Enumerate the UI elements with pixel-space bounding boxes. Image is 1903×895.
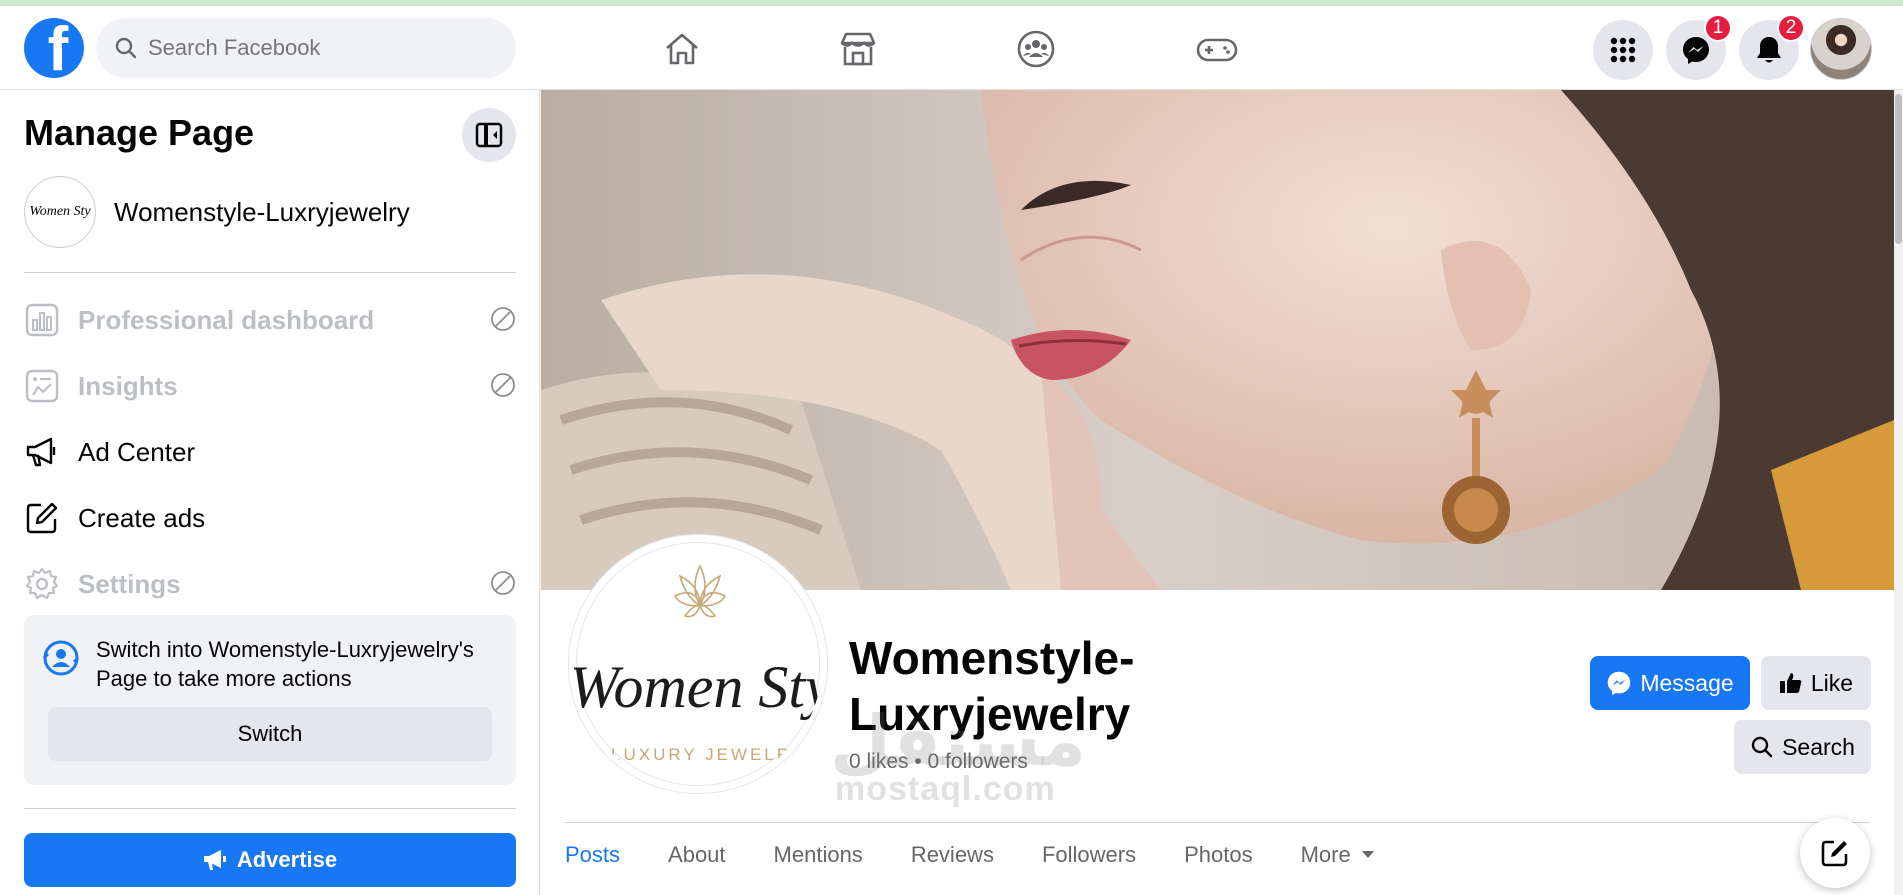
messenger-button[interactable]: 1 [1666, 14, 1732, 80]
restricted-icon [490, 306, 516, 337]
notifications-button[interactable]: 2 [1739, 14, 1805, 80]
collapse-sidebar-button[interactable] [462, 108, 516, 162]
insights-icon [24, 368, 60, 404]
switch-button[interactable]: Switch [48, 707, 492, 761]
gaming-icon[interactable] [1192, 24, 1242, 74]
sidebar-item-label: Create ads [78, 502, 206, 533]
notifications-icon [1757, 37, 1781, 63]
sidebar-item-professional-dashboard[interactable]: Professional dashboard [24, 290, 516, 350]
notifications-badge: 2 [1777, 14, 1805, 42]
message-button[interactable]: Message [1590, 656, 1750, 710]
tab-photos[interactable]: Photos [1184, 842, 1253, 868]
sidebar-item-label: Insights [78, 370, 178, 401]
top-navigation-bar: f 1 2 [0, 6, 1903, 90]
restricted-icon [490, 570, 516, 601]
search-icon [115, 37, 137, 59]
tab-reviews[interactable]: Reviews [911, 842, 994, 868]
logo-script-text: Women Sty [569, 654, 827, 720]
page-avatar: Women Sty [24, 176, 96, 248]
sidebar-item-create-ads[interactable]: Create ads [24, 488, 516, 548]
home-icon[interactable] [657, 24, 707, 74]
messenger-badge: 1 [1704, 14, 1732, 42]
sidebar-item-label: Settings [78, 568, 181, 599]
manage-page-sidebar: Manage Page Women Sty Womenstyle-Luxryje… [0, 90, 540, 895]
tab-about[interactable]: About [668, 842, 726, 868]
page-search-button[interactable]: Search [1734, 720, 1871, 774]
restricted-icon [490, 372, 516, 403]
groups-icon[interactable] [1011, 24, 1061, 74]
tab-more-label: More [1300, 842, 1351, 867]
tabs-divider [565, 822, 1870, 823]
search-bar[interactable] [96, 18, 516, 78]
dashboard-icon [24, 302, 60, 338]
switch-profile-card: Switch into Womenstyle-Luxryjewelry's Pa… [24, 615, 516, 785]
search-icon [1751, 736, 1773, 758]
logo-subtitle: LUXURY JEWELR [611, 745, 793, 764]
search-input[interactable] [148, 35, 468, 61]
page-logo: Women Sty LUXURY JEWELR [574, 542, 822, 786]
menu-grid-icon[interactable] [1593, 20, 1653, 80]
megaphone-icon [24, 434, 60, 470]
sidebar-divider [24, 808, 516, 809]
marketplace-icon[interactable] [833, 24, 883, 74]
cover-photo[interactable] [541, 90, 1894, 590]
switch-profile-icon [42, 639, 80, 682]
like-button[interactable]: Like [1761, 656, 1871, 710]
sidebar-item-ad-center[interactable]: Ad Center [24, 422, 516, 482]
facebook-logo[interactable]: f [24, 18, 84, 78]
tab-posts[interactable]: Posts [565, 842, 620, 868]
gear-icon [24, 566, 60, 602]
tab-mentions[interactable]: Mentions [774, 842, 863, 868]
page-switcher-row[interactable]: Women Sty Womenstyle-Luxryjewelry [24, 176, 410, 248]
page-tabs: Posts About Mentions Reviews Followers P… [565, 842, 1423, 868]
chevron-down-icon [1361, 851, 1374, 858]
thumbs-up-icon [1779, 673, 1802, 693]
page-name: Womenstyle-Luxryjewelry [114, 196, 410, 227]
megaphone-icon [203, 850, 226, 870]
scrollbar-thumb[interactable] [1895, 94, 1902, 244]
messenger-icon [1608, 671, 1631, 696]
page-scrollbar[interactable] [1894, 90, 1903, 895]
sidebar-title: Manage Page [24, 112, 255, 153]
account-avatar[interactable] [1810, 18, 1872, 80]
sidebar-item-insights[interactable]: Insights [24, 356, 516, 416]
advertise-button[interactable]: Advertise [24, 833, 516, 887]
sidebar-item-label: Ad Center [78, 436, 196, 467]
lotus-logo-icon [673, 564, 727, 618]
switch-description: Switch into Womenstyle-Luxryjewelry's Pa… [96, 637, 474, 691]
sidebar-item-label: Professional dashboard [78, 304, 375, 335]
watermark-latin: mostaql.com [835, 770, 1056, 808]
compose-icon [1821, 840, 1848, 867]
messenger-icon [1683, 37, 1709, 64]
edit-icon [24, 500, 60, 536]
page-main-content: Women Sty LUXURY JEWELR Womenstyle-Luxry… [541, 90, 1894, 895]
sidebar-item-settings[interactable]: Settings [24, 554, 516, 614]
new-message-button[interactable] [1800, 818, 1870, 888]
sidebar-toggle-icon [475, 122, 503, 148]
sidebar-divider [24, 272, 516, 273]
tab-followers[interactable]: Followers [1042, 842, 1136, 868]
profile-picture[interactable]: Women Sty LUXURY JEWELR [569, 535, 827, 793]
tab-more[interactable]: More [1301, 842, 1375, 868]
